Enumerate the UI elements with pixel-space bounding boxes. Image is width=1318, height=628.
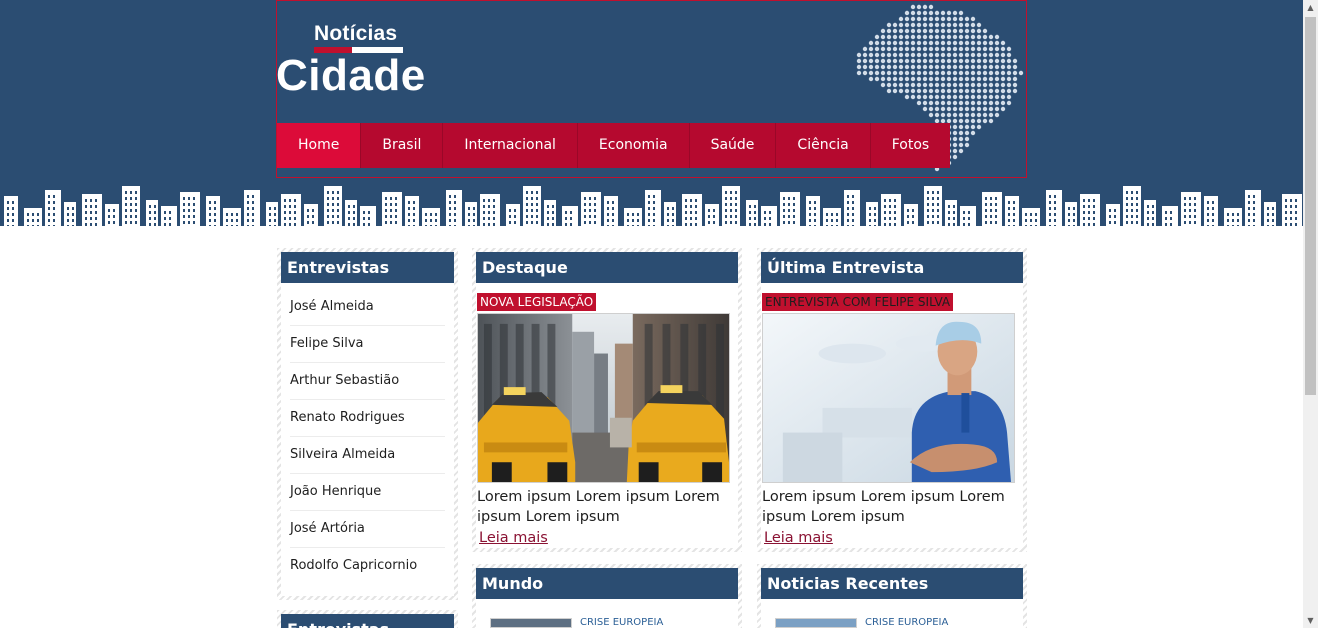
list-item[interactable]: João Henrique <box>290 474 445 511</box>
nav-item-fotos[interactable]: Fotos <box>871 123 950 168</box>
list-item[interactable]: Silveira Almeida <box>290 437 445 474</box>
triangle-down-icon[interactable]: ▼ <box>1303 613 1318 628</box>
featured-photo[interactable] <box>477 313 730 483</box>
city-skyline <box>0 186 1303 230</box>
triangle-up-icon[interactable]: ▲ <box>1303 0 1318 15</box>
list-item[interactable]: Felipe Silva <box>290 326 445 363</box>
interview-photo[interactable] <box>762 313 1015 483</box>
interviews-title: Entrevistas <box>281 252 454 283</box>
nav-item-ciencia[interactable]: Ciência <box>776 123 871 168</box>
recent-news-thumbnail[interactable] <box>775 618 857 628</box>
featured-title: Destaque <box>476 252 738 283</box>
world-news-tag[interactable]: CRISE EUROPEIA <box>580 617 663 628</box>
logo-title[interactable]: Cidade <box>276 50 426 102</box>
featured-text: Lorem ipsum Lorem ipsum Lorem ipsum Lore… <box>477 489 720 525</box>
world-thumbnail[interactable] <box>490 618 572 628</box>
nav-item-economia[interactable]: Economia <box>578 123 690 168</box>
interviews-title-2: Entrevistas <box>281 614 454 628</box>
interview-text: Lorem ipsum Lorem ipsum Lorem ipsum Lore… <box>762 489 1005 525</box>
nav-item-brasil[interactable]: Brasil <box>361 123 444 168</box>
interviews-panel: Entrevistas José Almeida Felipe Silva Ar… <box>277 248 458 600</box>
recent-news-tag[interactable]: CRISE EUROPEIA <box>865 617 948 628</box>
featured-tag: NOVA LEGISLAÇÃO <box>477 293 597 311</box>
latest-interview-tag: ENTREVISTA COM FELIPE SILVA <box>762 293 954 311</box>
page: Notícias Cidade Home Brasil Internaciona… <box>0 0 1318 628</box>
world-title: Mundo <box>476 568 738 599</box>
latest-interview-panel: Última Entrevista ENTREVISTA COM FELIPE … <box>757 248 1027 552</box>
list-item[interactable]: Arthur Sebastião <box>290 363 445 400</box>
logo-subtitle: Notícias <box>314 22 398 45</box>
list-item[interactable]: José Artória <box>290 511 445 548</box>
interview-read-more-link[interactable]: Leia mais <box>761 529 833 548</box>
list-item[interactable]: José Almeida <box>290 289 445 326</box>
interviews-list: José Almeida Felipe Silva Arthur Sebasti… <box>281 283 454 585</box>
scrollbar-thumb[interactable] <box>1305 17 1316 395</box>
page-scrollbar[interactable]: ▲ ▼ <box>1303 0 1318 628</box>
nav-item-saude[interactable]: Saúde <box>690 123 777 168</box>
recent-news-title: Noticias Recentes <box>761 568 1023 599</box>
main-nav: Home Brasil Internacional Economia Saúde… <box>277 123 951 168</box>
interviews-panel-2: Entrevistas <box>277 610 458 628</box>
list-item[interactable]: Renato Rodrigues <box>290 400 445 437</box>
featured-panel: Destaque NOVA LEGISLAÇÃO Lorem ipsum Lor… <box>472 248 742 552</box>
nav-item-home[interactable]: Home <box>277 123 362 168</box>
list-item[interactable]: Rodolfo Capricornio <box>290 548 445 585</box>
latest-interview-title: Última Entrevista <box>761 252 1023 283</box>
featured-read-more-link[interactable]: Leia mais <box>476 529 548 548</box>
nav-item-internacional[interactable]: Internacional <box>443 123 578 168</box>
